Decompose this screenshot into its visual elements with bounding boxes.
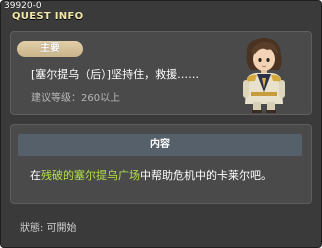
recommended-level: 建议等级：260以上 xyxy=(31,93,121,104)
content-header: 内容 xyxy=(18,134,302,156)
content-text-after: 中帮助危机中的卡莱尔吧。 xyxy=(140,169,272,182)
window-title: QUEST INFO xyxy=(12,11,84,22)
quest-info-window: 39920-0 QUEST INFO 主要 [塞尔提乌（后）]坚持住，救援…… … xyxy=(0,0,322,248)
quest-status: 狀態: 可開始 xyxy=(20,223,77,234)
quest-type-badge: 主要 xyxy=(17,41,83,57)
content-description: 在残破的塞尔提乌广场中帮助危机中的卡莱尔吧。 xyxy=(30,169,300,183)
location-link[interactable]: 残破的塞尔提乌广场 xyxy=(41,169,140,182)
npc-portrait-icon xyxy=(243,38,285,113)
quest-name: [塞尔提乌（后）]坚持住，救援…… xyxy=(31,68,200,81)
content-text-before: 在 xyxy=(30,169,41,182)
